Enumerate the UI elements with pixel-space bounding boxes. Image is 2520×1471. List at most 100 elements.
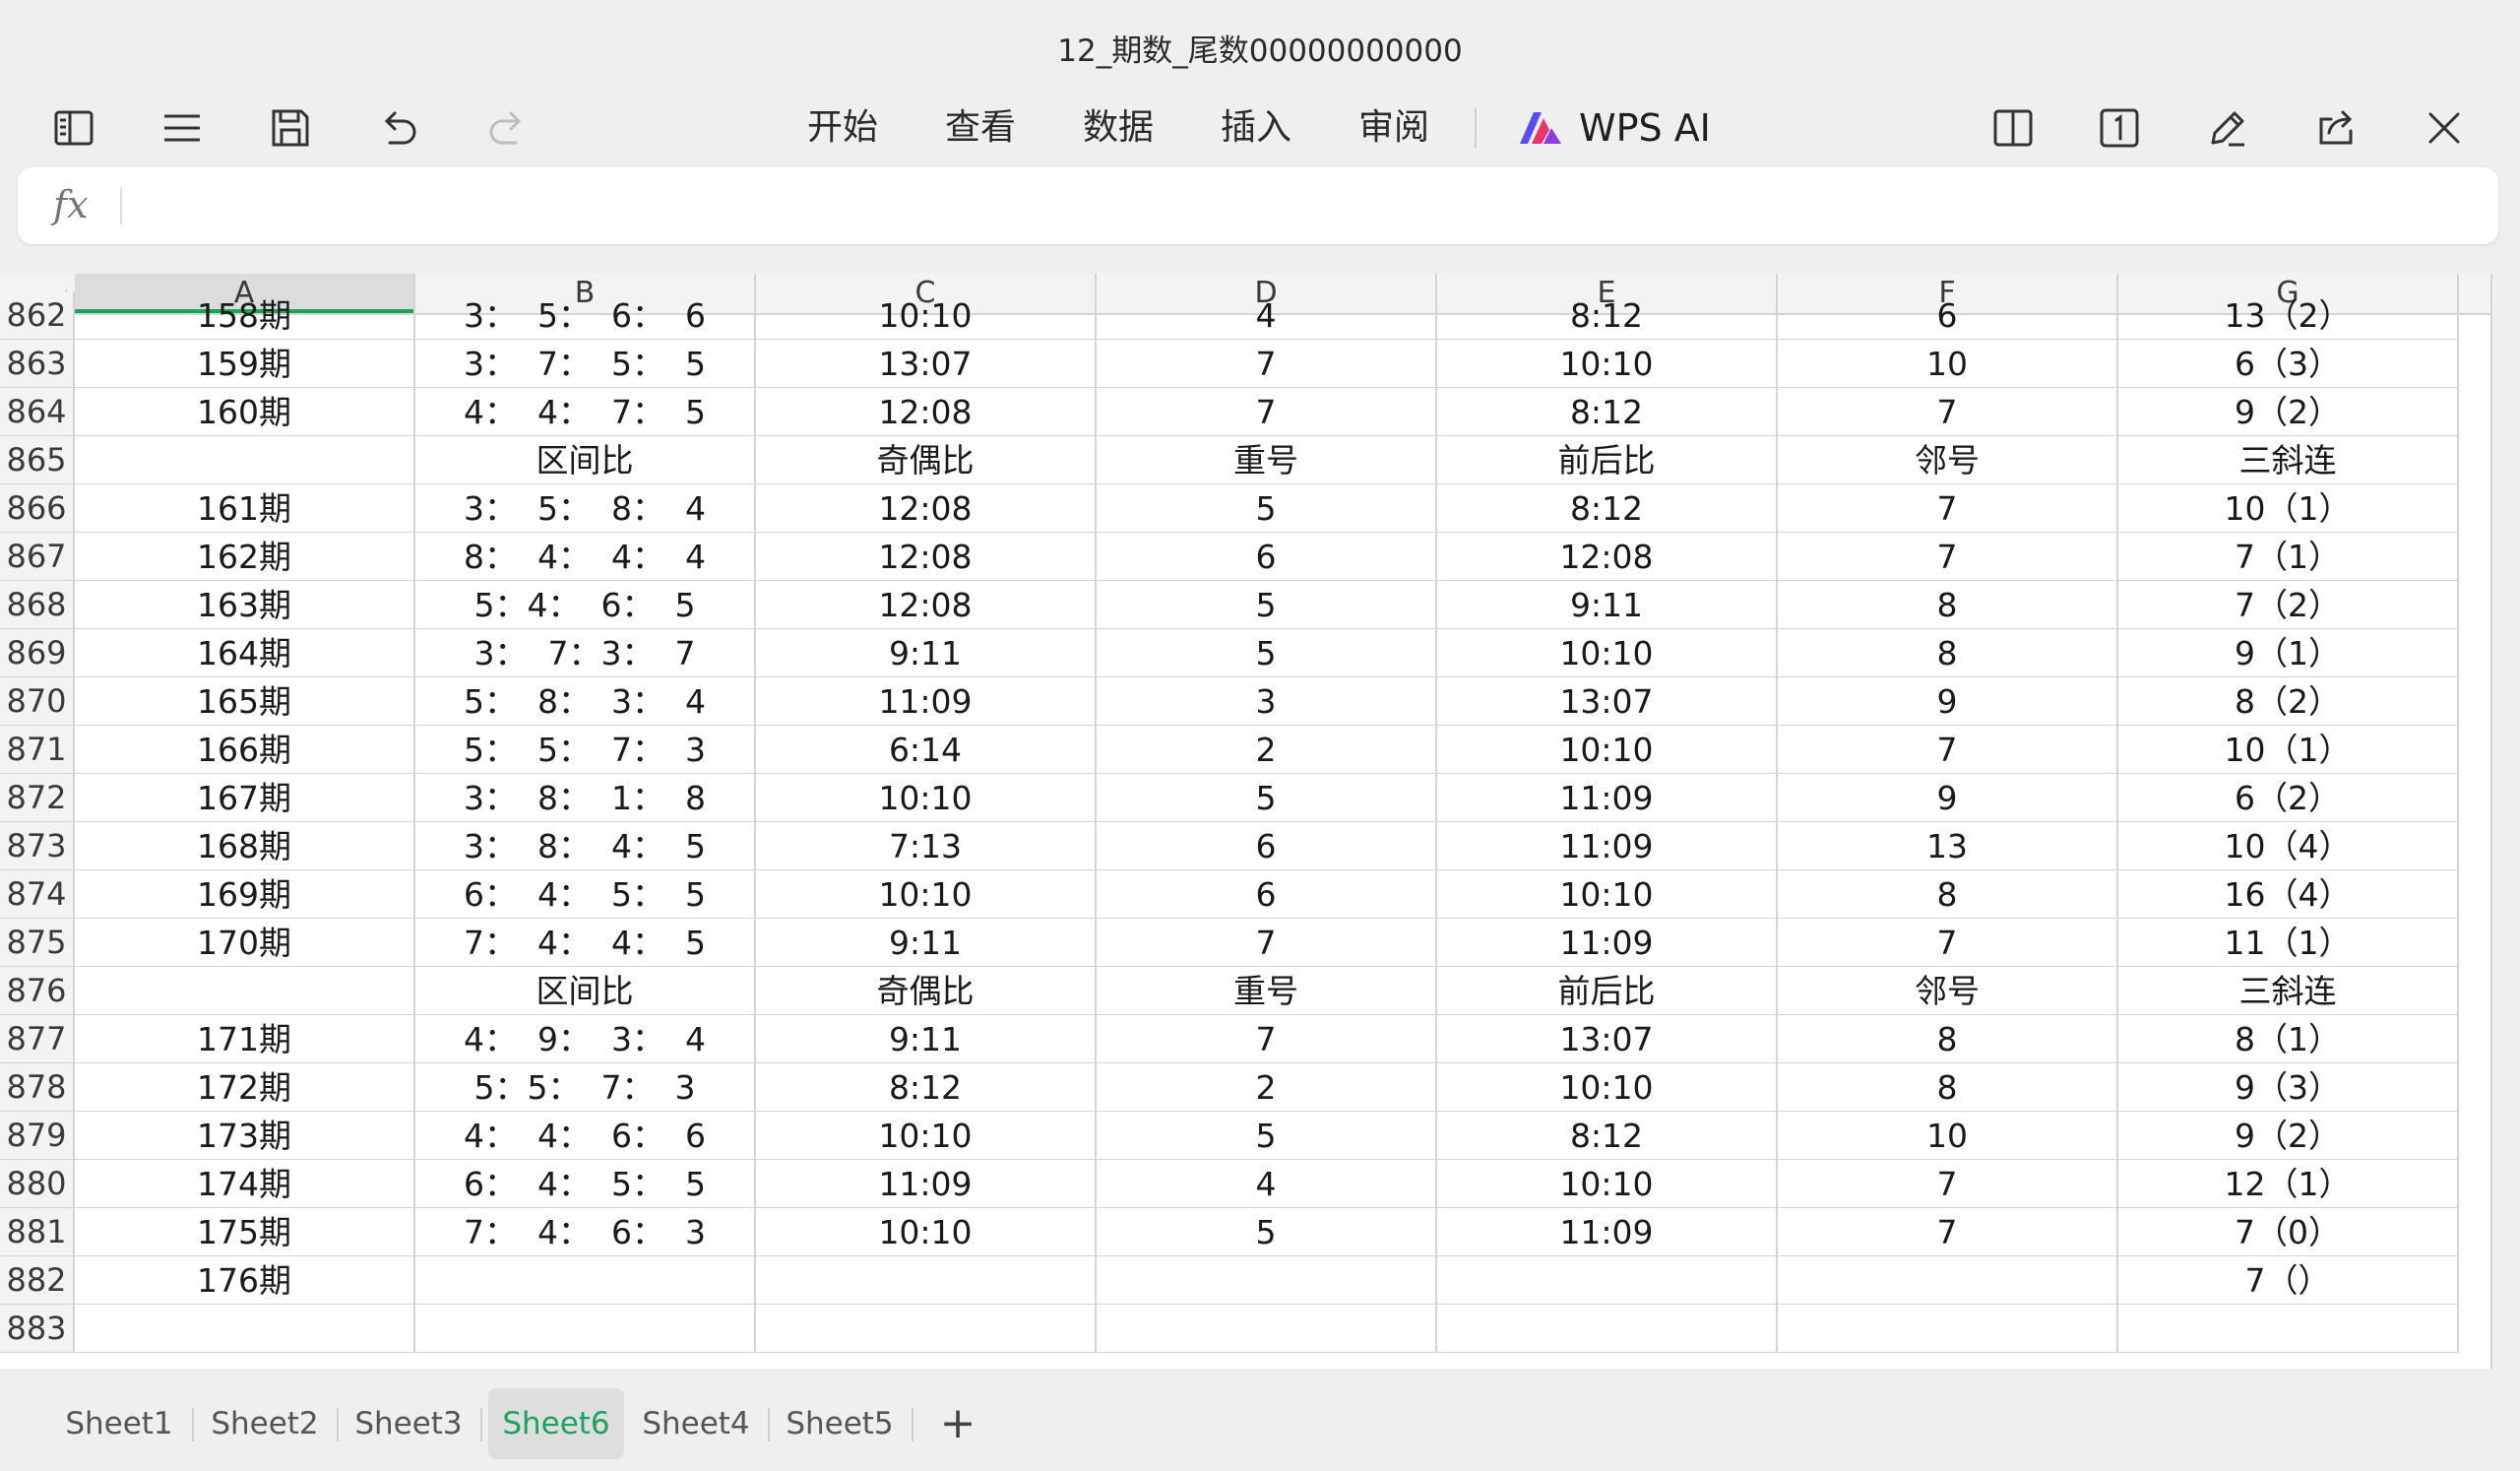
row-header[interactable]: 878 xyxy=(0,1063,75,1112)
cell-g[interactable] xyxy=(2118,1305,2459,1353)
row-header[interactable]: 866 xyxy=(0,484,75,533)
cell-b[interactable]: 6： 4： 5： 5 xyxy=(415,870,756,919)
cell-b[interactable]: 3： 5： 6： 6 xyxy=(415,291,756,340)
cell-g[interactable]: 16（4） xyxy=(2118,870,2459,919)
cell-g[interactable]: 10（4） xyxy=(2118,822,2459,870)
page-count-icon[interactable] xyxy=(2095,103,2144,153)
cell-a[interactable]: 170期 xyxy=(75,919,415,967)
cell-d[interactable]: 5 xyxy=(1097,484,1437,533)
cell-d[interactable] xyxy=(1097,1256,1437,1305)
cell-b[interactable]: 3： 8： 4： 5 xyxy=(415,822,756,870)
cell-g[interactable]: 11（1） xyxy=(2118,919,2459,967)
cell-a[interactable]: 172期 xyxy=(75,1063,415,1112)
cell-a[interactable]: 162期 xyxy=(75,533,415,581)
row-header[interactable]: 862 xyxy=(0,291,75,340)
cell-c[interactable]: 7:13 xyxy=(756,822,1097,870)
row-header[interactable]: 876 xyxy=(0,967,75,1015)
cell-e[interactable]: 10:10 xyxy=(1437,629,1778,677)
cell-c[interactable]: 8:12 xyxy=(756,1063,1097,1112)
cell-b[interactable]: 区间比 xyxy=(415,436,756,484)
cell-e[interactable]: 11:09 xyxy=(1437,774,1778,822)
cell-f[interactable]: 8 xyxy=(1778,1015,2118,1063)
cell-d[interactable]: 4 xyxy=(1097,291,1437,340)
cell-b[interactable]: 3： 7： 5： 5 xyxy=(415,340,756,388)
cell-g[interactable]: 8（1） xyxy=(2118,1015,2459,1063)
cell-c[interactable]: 9:11 xyxy=(756,629,1097,677)
cell-e[interactable]: 8:12 xyxy=(1437,388,1778,436)
menu-data[interactable]: 数据 xyxy=(1083,105,1154,151)
menu-icon[interactable] xyxy=(158,103,207,153)
cell-e[interactable]: 12:08 xyxy=(1437,533,1778,581)
cell-a[interactable]: 163期 xyxy=(75,581,415,629)
cell-c[interactable]: 9:11 xyxy=(756,1015,1097,1063)
row-header[interactable]: 870 xyxy=(0,677,75,726)
cell-f[interactable]: 8 xyxy=(1778,581,2118,629)
cell-g[interactable]: 6（3） xyxy=(2118,340,2459,388)
cell-f[interactable]: 10 xyxy=(1778,340,2118,388)
formula-bar[interactable]: fx xyxy=(18,167,2498,244)
cell-d[interactable]: 6 xyxy=(1097,533,1437,581)
row-header[interactable]: 875 xyxy=(0,919,75,967)
cell-e[interactable]: 8:12 xyxy=(1437,291,1778,340)
row-header[interactable]: 871 xyxy=(0,726,75,774)
cell-b[interactable]: 8： 4： 4： 4 xyxy=(415,533,756,581)
cell-e[interactable]: 10:10 xyxy=(1437,340,1778,388)
sheet-tab[interactable]: Sheet4 xyxy=(632,1388,760,1459)
cell-g[interactable]: 9（3） xyxy=(2118,1063,2459,1112)
row-header[interactable]: 881 xyxy=(0,1208,75,1256)
cell-e[interactable]: 13:07 xyxy=(1437,1015,1778,1063)
cell-c[interactable]: 10:10 xyxy=(756,1208,1097,1256)
cell-a[interactable]: 164期 xyxy=(75,629,415,677)
cell-c[interactable]: 10:10 xyxy=(756,291,1097,340)
cell-c[interactable] xyxy=(756,1256,1097,1305)
cell-c[interactable]: 12:08 xyxy=(756,484,1097,533)
cell-e[interactable]: 9:11 xyxy=(1437,581,1778,629)
row-header[interactable]: 883 xyxy=(0,1305,75,1353)
cell-g[interactable]: 9（1） xyxy=(2118,629,2459,677)
edit-pen-icon[interactable] xyxy=(2203,103,2252,153)
cell-a[interactable]: 173期 xyxy=(75,1112,415,1160)
sheet-tab[interactable]: Sheet1 xyxy=(55,1388,183,1459)
cell-e[interactable] xyxy=(1437,1256,1778,1305)
cell-g[interactable]: 10（1） xyxy=(2118,726,2459,774)
cell-f[interactable] xyxy=(1778,1256,2118,1305)
cell-g[interactable]: 7（） xyxy=(2118,1256,2459,1305)
menu-view[interactable]: 查看 xyxy=(945,105,1016,151)
cell-a[interactable]: 165期 xyxy=(75,677,415,726)
cell-f[interactable]: 8 xyxy=(1778,1063,2118,1112)
cell-f[interactable]: 6 xyxy=(1778,291,2118,340)
cell-b[interactable]: 5： 8： 3： 4 xyxy=(415,677,756,726)
cell-e[interactable]: 前后比 xyxy=(1437,436,1778,484)
cell-d[interactable]: 4 xyxy=(1097,1160,1437,1208)
cell-c[interactable]: 奇偶比 xyxy=(756,967,1097,1015)
cell-f[interactable]: 7 xyxy=(1778,919,2118,967)
sheet-tab[interactable]: Sheet5 xyxy=(776,1388,904,1459)
cell-g[interactable]: 三斜连 xyxy=(2118,967,2459,1015)
cell-c[interactable]: 奇偶比 xyxy=(756,436,1097,484)
cell-f[interactable]: 7 xyxy=(1778,388,2118,436)
cell-b[interactable] xyxy=(415,1305,756,1353)
cell-c[interactable]: 9:11 xyxy=(756,919,1097,967)
cell-d[interactable]: 6 xyxy=(1097,870,1437,919)
cell-a[interactable]: 159期 xyxy=(75,340,415,388)
cell-c[interactable]: 13:07 xyxy=(756,340,1097,388)
cell-a[interactable]: 166期 xyxy=(75,726,415,774)
cell-b[interactable]: 7： 4： 4： 5 xyxy=(415,919,756,967)
cell-b[interactable]: 3： 5： 8： 4 xyxy=(415,484,756,533)
cell-f[interactable]: 7 xyxy=(1778,484,2118,533)
cell-e[interactable]: 11:09 xyxy=(1437,919,1778,967)
cell-b[interactable] xyxy=(415,1256,756,1305)
cell-c[interactable] xyxy=(756,1305,1097,1353)
cell-d[interactable]: 5 xyxy=(1097,1208,1437,1256)
cell-d[interactable]: 5 xyxy=(1097,581,1437,629)
share-icon[interactable] xyxy=(2311,103,2361,153)
cell-d[interactable]: 6 xyxy=(1097,822,1437,870)
cell-f[interactable]: 7 xyxy=(1778,1208,2118,1256)
split-view-icon[interactable] xyxy=(1988,103,2038,153)
sheet-tab[interactable]: Sheet2 xyxy=(201,1388,329,1459)
row-header[interactable]: 880 xyxy=(0,1160,75,1208)
cell-f[interactable]: 7 xyxy=(1778,726,2118,774)
cell-d[interactable]: 2 xyxy=(1097,726,1437,774)
sheet-tab-active[interactable]: Sheet6 xyxy=(488,1388,624,1459)
cell-a[interactable] xyxy=(75,967,415,1015)
